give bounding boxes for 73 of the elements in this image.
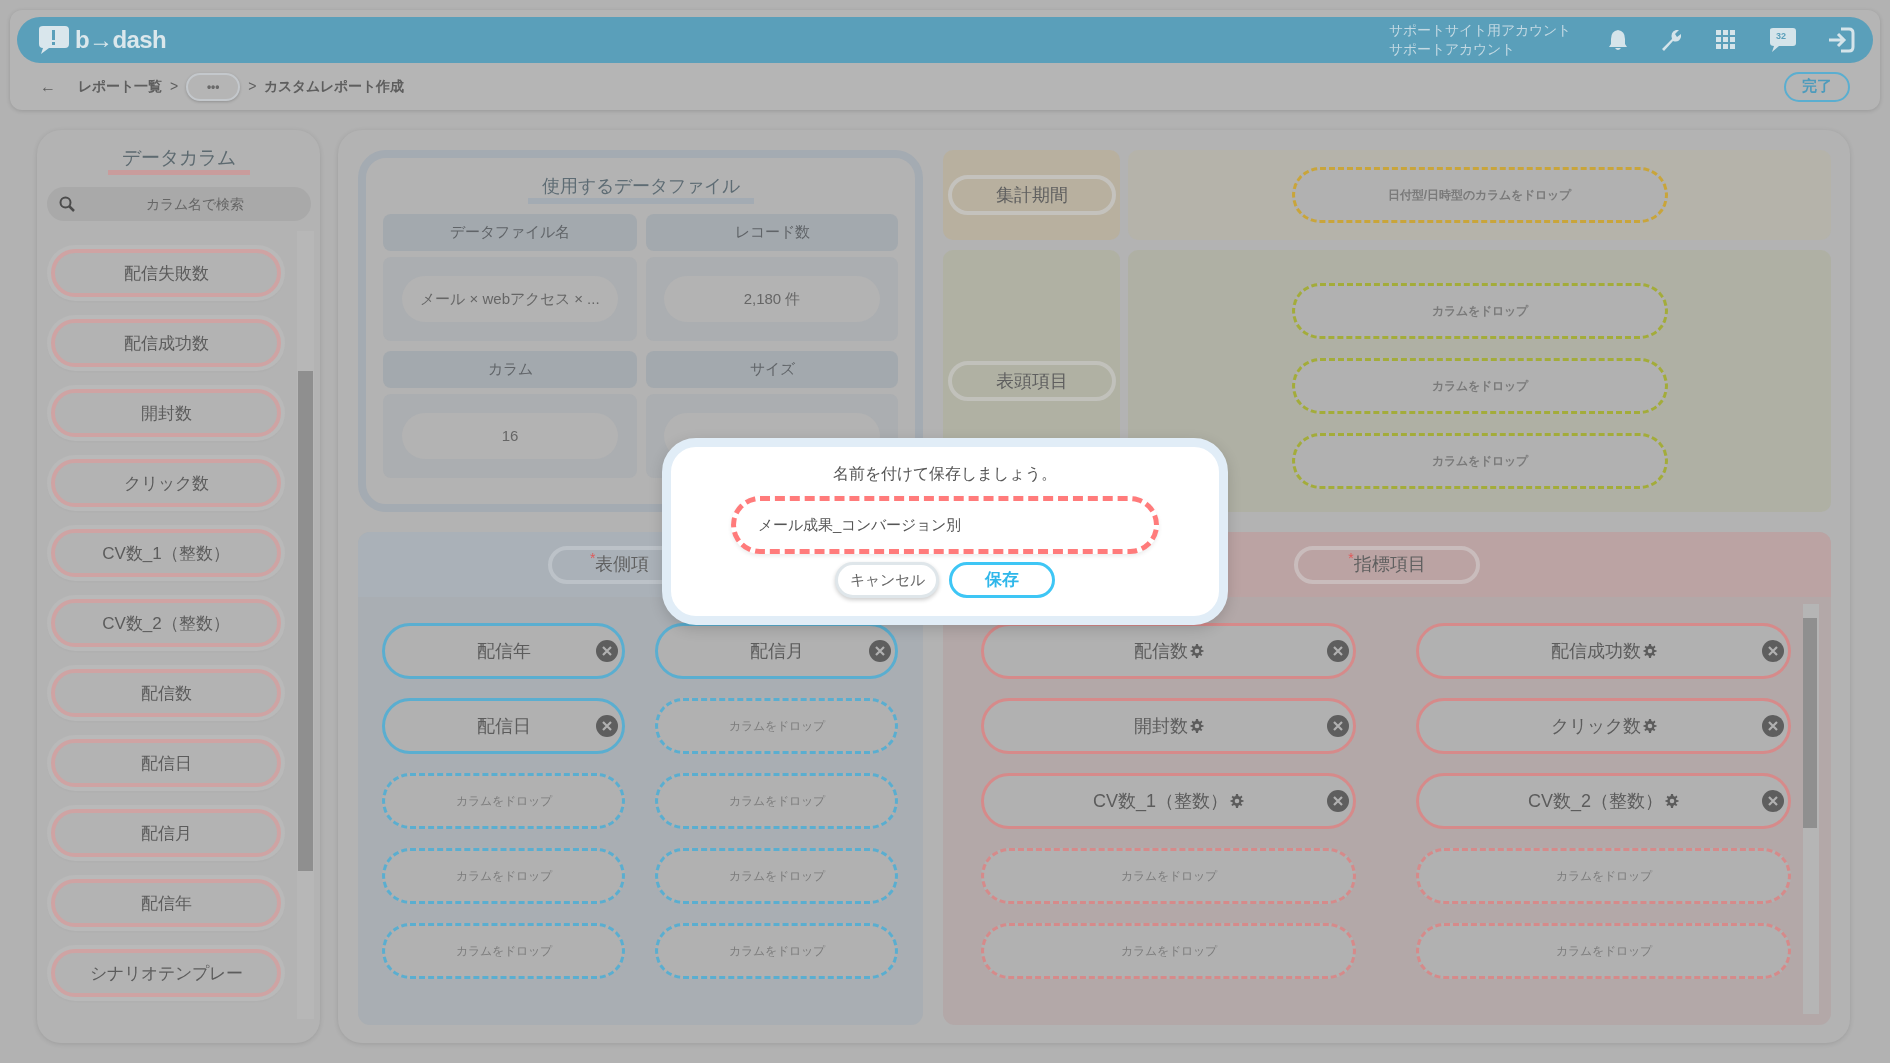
breadcrumb-separator: > <box>248 77 257 96</box>
gear-icon[interactable] <box>1642 644 1657 658</box>
label-text: 指標項目 <box>1353 554 1426 576</box>
close-icon[interactable] <box>1327 640 1349 662</box>
close-icon[interactable] <box>1762 715 1784 737</box>
required-mark: * <box>1348 548 1354 566</box>
chat-bubble-icon <box>1767 27 1797 53</box>
column-chip[interactable]: 配信年 <box>382 623 625 679</box>
required-mark: * <box>590 548 596 566</box>
field-label: レコード数 <box>646 214 898 251</box>
chip-label: 開封数 <box>1133 714 1188 738</box>
logo-text: b→dash <box>75 25 167 55</box>
field-label: カラム <box>383 351 637 388</box>
scrollbar[interactable] <box>1803 604 1819 1014</box>
chat-icon[interactable]: 32 <box>1767 27 1797 53</box>
close-icon[interactable] <box>1762 790 1784 812</box>
cancel-button[interactable]: キャンセル <box>835 562 939 598</box>
column-chip[interactable]: CV数_2（整数） <box>1416 773 1791 829</box>
account-name: サポートサイト用アカウント <box>1389 21 1571 40</box>
field-label: データファイル名 <box>383 214 637 251</box>
gear-icon[interactable] <box>1665 794 1679 808</box>
close-icon[interactable] <box>1762 640 1784 662</box>
gear-icon[interactable] <box>1189 644 1204 658</box>
name-input-field[interactable]: メール成果_コンバージョン別 <box>731 496 1159 554</box>
column-chip[interactable]: 開封数 <box>981 698 1356 754</box>
section-label: 集計期間 <box>947 175 1116 215</box>
sign-in-icon[interactable] <box>1827 27 1855 53</box>
grid-icon[interactable] <box>1715 29 1737 51</box>
value-field: 16 <box>402 413 618 459</box>
dialog-message: 名前を付けて保存しましょう。 <box>833 464 1057 484</box>
breadcrumb-separator: > <box>170 77 179 96</box>
chip-label: CV数_1（整数） <box>1093 789 1228 814</box>
back-link[interactable]: ← <box>40 74 56 99</box>
column-chip[interactable]: 配信日 <box>382 698 625 754</box>
column-chip[interactable]: 配信成功数 <box>1416 623 1791 679</box>
value-field: メール × webアクセス × ... <box>402 276 618 322</box>
gear-icon[interactable] <box>1230 794 1244 808</box>
gear-icon[interactable] <box>1642 719 1657 733</box>
more-button[interactable]: ••• <box>186 72 241 101</box>
chip-label: CV数_2（整数） <box>1528 789 1663 814</box>
gear-icon[interactable] <box>1189 719 1204 733</box>
panel-title: 使用するデータファイル <box>527 174 754 204</box>
scrollbar-thumb[interactable] <box>1803 618 1817 828</box>
account-name: サポートアカウント <box>1389 40 1516 59</box>
value-field: 2,180 件 <box>664 276 880 322</box>
chip-label: 配信月 <box>749 639 804 663</box>
column-chip[interactable]: クリック数 <box>1416 698 1791 754</box>
badge-count: 32 <box>1776 30 1786 43</box>
scrollbar[interactable] <box>296 231 314 1019</box>
chip-label: 配信日 <box>476 714 531 738</box>
close-icon[interactable] <box>1327 715 1349 737</box>
sidebar-title: データカラム <box>107 146 250 175</box>
label-text: 表側項 <box>595 554 650 576</box>
close-icon[interactable] <box>596 715 618 737</box>
search-icon <box>58 196 75 212</box>
column-chip[interactable]: 配信月 <box>655 623 898 679</box>
field-label: サイズ <box>646 351 898 388</box>
breadcrumb-link[interactable]: レポート一覧 <box>78 76 162 97</box>
bell-icon[interactable] <box>1607 28 1629 52</box>
breadcrumb-current: カスタムレポート作成 <box>264 77 405 96</box>
chip-label: 配信年 <box>476 639 531 663</box>
scrollbar-thumb[interactable] <box>297 371 313 871</box>
chip-label: クリック数 <box>1550 714 1641 738</box>
close-icon[interactable] <box>869 640 891 662</box>
chip-label: 配信成功数 <box>1550 639 1641 663</box>
search-field[interactable]: カラム名で検索 <box>46 187 311 221</box>
save-button[interactable]: 保存 <box>949 562 1055 598</box>
section-label: 表頭項目 <box>947 361 1116 401</box>
chip-label: 配信数 <box>1133 639 1188 663</box>
column-chip[interactable]: 配信数 <box>981 623 1356 679</box>
close-icon[interactable] <box>1327 790 1349 812</box>
close-icon[interactable] <box>596 640 618 662</box>
column-chip[interactable]: CV数_1（整数） <box>981 773 1356 829</box>
